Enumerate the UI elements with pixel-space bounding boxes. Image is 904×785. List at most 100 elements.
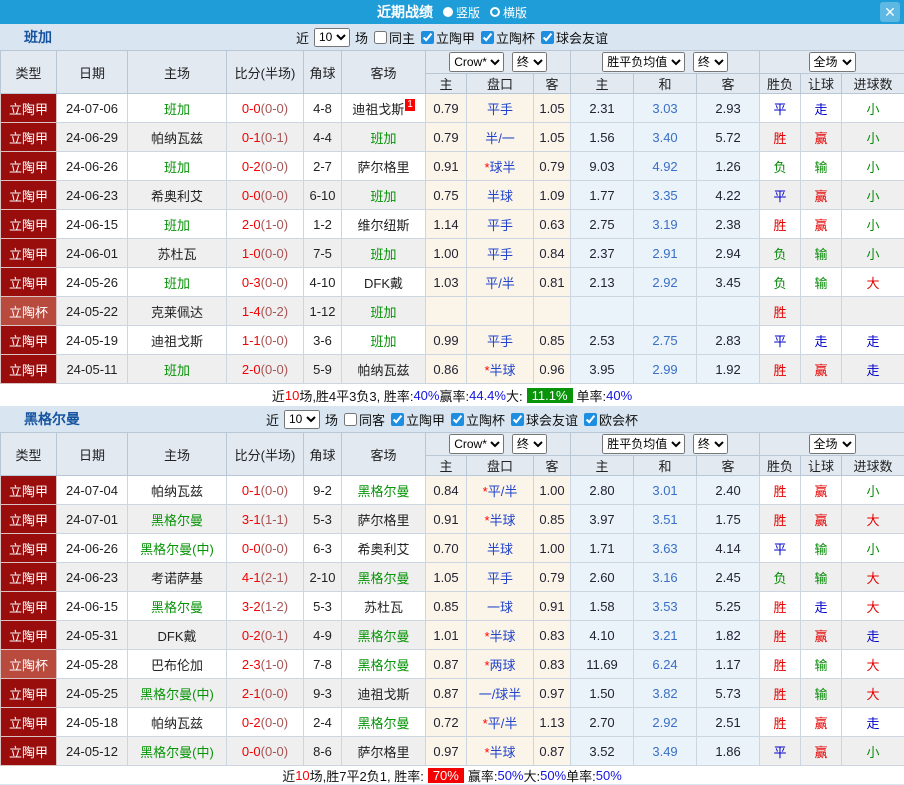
corners-cell: 2-7 — [304, 152, 342, 181]
league-filter[interactable]: 同主 — [374, 28, 415, 47]
goals-cell: 小 — [842, 210, 904, 239]
scope-select[interactable]: 全场 — [809, 434, 856, 454]
filter-bar: 近10场同主立陶甲立陶杯球会友谊 — [296, 28, 608, 47]
away-team-cell: 班加 — [342, 181, 426, 210]
league-filter[interactable]: 欧会杯 — [584, 410, 638, 429]
avg-type-select[interactable]: 胜平负均值 — [602, 52, 685, 72]
handicap-cell: *球半 — [467, 152, 534, 181]
avg-home-cell: 9.03 — [571, 152, 634, 181]
match-count-select[interactable]: 10 — [314, 28, 350, 47]
halftime-score: (1-1) — [261, 512, 288, 527]
summary-segment: 70% — [428, 768, 464, 783]
handicap-result-cell: 赢 — [801, 181, 842, 210]
table-row: 立陶甲24-05-31DFK戴0-2(0-1)4-9黑格尔曼1.01*半球0.8… — [1, 621, 904, 650]
score-cell: 1-0(0-0) — [227, 239, 304, 268]
goals-cell: 小 — [842, 239, 904, 268]
handicap-star: * — [484, 745, 489, 760]
avg-draw-cell: 3.40 — [634, 123, 697, 152]
avg-draw-cell: 3.51 — [634, 505, 697, 534]
avg-group-header: 胜平负均值 终 — [571, 51, 760, 74]
score-cell: 1-4(0-2) — [227, 297, 304, 326]
goals-cell: 走 — [842, 326, 904, 355]
home-odds-cell: 1.14 — [426, 210, 467, 239]
games-label: 场 — [355, 28, 368, 47]
date-cell: 24-05-18 — [57, 708, 128, 737]
filter-checkbox[interactable] — [344, 413, 357, 426]
filter-checkbox[interactable] — [511, 413, 524, 426]
handicap-cell: 平手 — [467, 326, 534, 355]
match-count-select[interactable]: 10 — [284, 410, 320, 429]
vertical-radio-icon[interactable] — [443, 7, 453, 17]
team-name: 黑格尔曼 — [24, 409, 80, 429]
league-filter[interactable]: 立陶杯 — [451, 410, 505, 429]
avg-away-cell: 2.93 — [697, 94, 760, 123]
sub-avg-home: 主 — [571, 456, 634, 476]
home-odds-cell: 0.97 — [426, 737, 467, 766]
result-cell: 胜 — [760, 505, 801, 534]
filter-label: 同主 — [389, 28, 415, 47]
league-filter[interactable]: 球会友谊 — [541, 28, 608, 47]
avg-home-cell: 2.37 — [571, 239, 634, 268]
filter-label: 立陶杯 — [466, 410, 505, 429]
odds-time-select[interactable]: 终 — [512, 52, 547, 72]
filter-checkbox[interactable] — [391, 413, 404, 426]
odds-company-select[interactable]: Crow* — [449, 52, 504, 72]
avg-time-select[interactable]: 终 — [693, 434, 728, 454]
filter-checkbox[interactable] — [584, 413, 597, 426]
sub-handicap-result: 让球 — [801, 74, 842, 94]
matches-table: 类型 日期 主场 比分(半场) 角球 客场 Crow* 终 胜平负均值 终 — [0, 50, 904, 384]
score-cell: 4-1(2-1) — [227, 563, 304, 592]
league-cell: 立陶甲 — [1, 268, 57, 297]
goals-cell: 小 — [842, 737, 904, 766]
result-cell: 负 — [760, 239, 801, 268]
scope-select[interactable]: 全场 — [809, 52, 856, 72]
league-cell: 立陶甲 — [1, 708, 57, 737]
avg-draw-cell: 6.24 — [634, 650, 697, 679]
league-cell: 立陶甲 — [1, 592, 57, 621]
filter-checkbox[interactable] — [541, 31, 554, 44]
goals-cell: 小 — [842, 476, 904, 505]
filter-checkbox[interactable] — [481, 31, 494, 44]
summary-segment: 50% — [596, 768, 622, 783]
league-filter[interactable]: 立陶甲 — [391, 410, 445, 429]
league-filter[interactable]: 立陶杯 — [481, 28, 535, 47]
home-team-cell: 帕纳瓦兹 — [128, 708, 227, 737]
corners-cell: 5-9 — [304, 355, 342, 384]
avg-type-select[interactable]: 胜平负均值 — [602, 434, 685, 454]
avg-time-select[interactable]: 终 — [693, 52, 728, 72]
avg-home-cell: 2.31 — [571, 94, 634, 123]
summary-segment: 场,胜7平2负1, 胜率: — [310, 766, 424, 785]
league-filter[interactable]: 同客 — [344, 410, 385, 429]
odds-time-select[interactable]: 终 — [512, 434, 547, 454]
date-cell: 24-06-15 — [57, 210, 128, 239]
layout-vertical-option[interactable]: 竖版 — [443, 4, 480, 21]
corners-cell: 4-8 — [304, 94, 342, 123]
close-icon[interactable]: ✕ — [880, 2, 900, 22]
result-cell: 胜 — [760, 297, 801, 326]
filter-checkbox[interactable] — [451, 413, 464, 426]
home-odds-cell: 0.79 — [426, 123, 467, 152]
league-filter[interactable]: 球会友谊 — [511, 410, 578, 429]
avg-home-cell: 1.71 — [571, 534, 634, 563]
league-filter[interactable]: 立陶甲 — [421, 28, 475, 47]
avg-home-cell: 2.75 — [571, 210, 634, 239]
corners-cell: 4-10 — [304, 268, 342, 297]
score-cell: 0-0(0-0) — [227, 534, 304, 563]
avg-home-cell: 1.77 — [571, 181, 634, 210]
handicap-result-cell: 赢 — [801, 355, 842, 384]
fulltime-score: 0-0 — [242, 744, 261, 759]
score-cell: 2-0(1-0) — [227, 210, 304, 239]
layout-horizontal-option[interactable]: 横版 — [490, 4, 527, 21]
odds-company-select[interactable]: Crow* — [449, 434, 504, 454]
home-team-cell: DFK戴 — [128, 621, 227, 650]
corners-cell: 3-6 — [304, 326, 342, 355]
horizontal-radio-icon[interactable] — [490, 7, 500, 17]
avg-draw-cell: 3.49 — [634, 737, 697, 766]
date-cell: 24-06-29 — [57, 123, 128, 152]
filter-checkbox[interactable] — [421, 31, 434, 44]
filter-checkbox[interactable] — [374, 31, 387, 44]
team-section-banga: 班加 近10场同主立陶甲立陶杯球会友谊 类型 日期 主场 比分(半场) 角球 客… — [0, 24, 904, 406]
away-odds-cell: 0.96 — [534, 355, 571, 384]
handicap-star: * — [484, 513, 489, 528]
handicap-result-cell: 赢 — [801, 708, 842, 737]
